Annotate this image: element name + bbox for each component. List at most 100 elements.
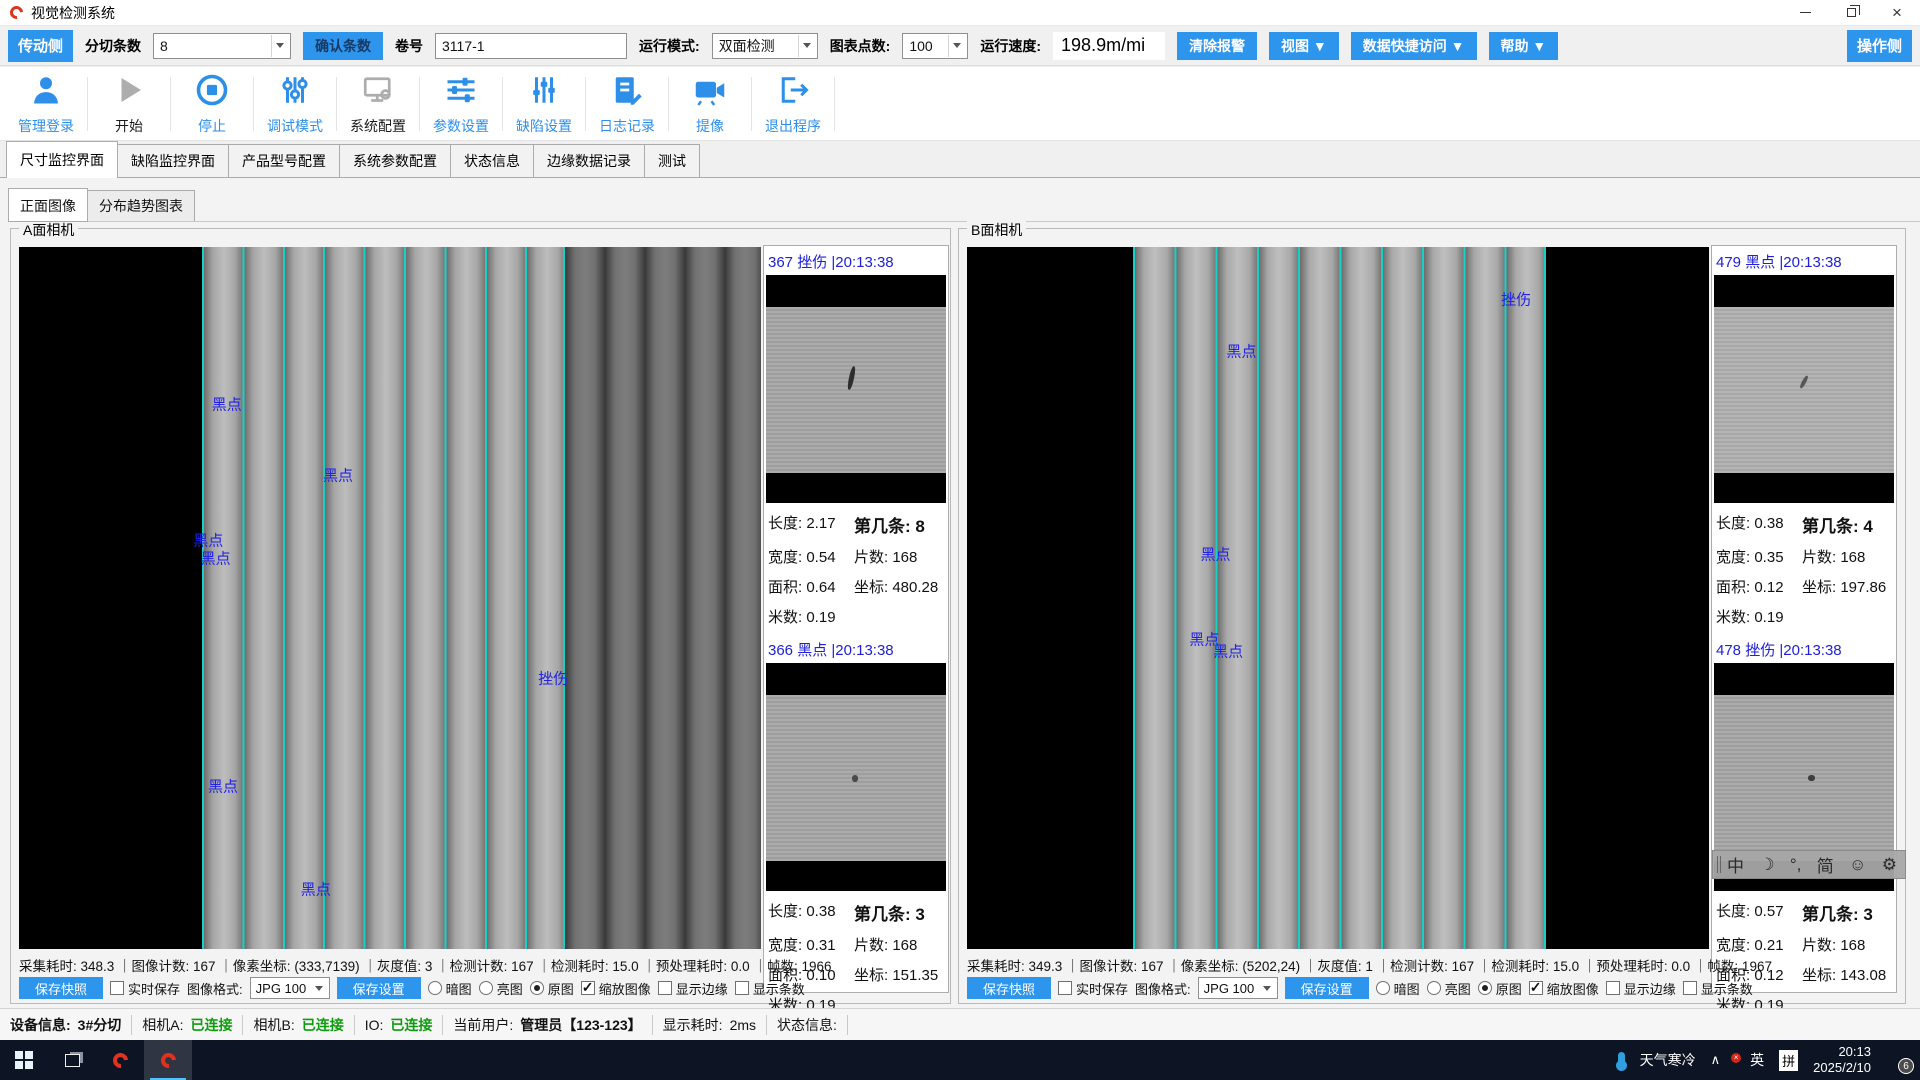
defect-card-header[interactable]: 366 黑点 |20:13:38	[766, 637, 946, 663]
show-strips-checkbox[interactable]: 显示条数	[735, 979, 805, 998]
save-settings-button[interactable]: 保存设置	[337, 977, 421, 999]
subtab-正面图像[interactable]: 正面图像	[8, 188, 88, 222]
show-edge-checkbox[interactable]: 显示边缘	[1606, 979, 1676, 998]
main-tab-bar: 尺寸监控界面缺陷监控界面产品型号配置系统参数配置状态信息边缘数据记录测试	[0, 141, 1920, 178]
exit-tool-button[interactable]: 退出程序	[755, 72, 831, 136]
start-button[interactable]	[0, 1040, 48, 1080]
save-snapshot-button[interactable]: 保存快照	[19, 977, 103, 999]
clock[interactable]: 20:13 2025/2/10	[1813, 1044, 1871, 1076]
ime-emoji-icon[interactable]: ☺	[1849, 855, 1866, 875]
realtime-save-checkbox[interactable]: 实时保存	[1058, 979, 1128, 998]
slit-count-select[interactable]: 8	[153, 33, 291, 59]
zoom-image-checkbox[interactable]: 缩放图像	[581, 979, 651, 998]
dark-image-radio[interactable]: 暗图	[1376, 979, 1420, 998]
weather-thermometer-icon[interactable]	[1618, 1052, 1625, 1068]
show-strips-checkbox[interactable]: 显示条数	[1683, 979, 1753, 998]
language-indicator[interactable]: 英	[1750, 1050, 1764, 1070]
operate-side-button[interactable]: 操作侧	[1847, 30, 1912, 62]
defect-thumbnail[interactable]	[766, 275, 946, 503]
camera-b-image[interactable]: 挫伤黑点黑点黑点黑点	[967, 247, 1709, 949]
top-toolbar: 传动侧 分切条数 8 确认条数 卷号 3117-1 运行模式: 双面检测 图表点…	[0, 26, 1920, 66]
confirm-count-button[interactable]: 确认条数	[303, 32, 383, 60]
taskbar-app-button[interactable]	[96, 1040, 144, 1080]
camera-b-controls: 保存快照 实时保存 图像格式: JPG 100 保存设置 暗图 亮图 原图 缩放…	[967, 976, 1753, 1000]
tab-缺陷监控界面[interactable]: 缺陷监控界面	[117, 144, 229, 178]
image-format-select[interactable]: JPG 100	[1198, 977, 1278, 999]
tab-边缘数据记录[interactable]: 边缘数据记录	[533, 144, 645, 178]
stop-tool-button[interactable]: 停止	[174, 72, 250, 136]
defect-thumbnail[interactable]	[766, 663, 946, 891]
help-menu-button[interactable]: 帮助 ▼	[1489, 32, 1559, 60]
tab-尺寸监控界面[interactable]: 尺寸监控界面	[6, 141, 118, 178]
view-menu-button[interactable]: 视图 ▼	[1269, 32, 1339, 60]
tool-label: 调试模式	[267, 116, 323, 136]
tab-系统参数配置[interactable]: 系统参数配置	[339, 144, 451, 178]
monitor-gear-tool-button[interactable]: 系统配置	[340, 72, 416, 136]
original-image-radio[interactable]: 原图	[1478, 979, 1522, 998]
debug-sliders-tool-button[interactable]: 调试模式	[257, 72, 333, 136]
defect-sliders-tool-button[interactable]: 缺陷设置	[506, 72, 582, 136]
defect-card-header[interactable]: 478 挫伤 |20:13:38	[1714, 637, 1894, 663]
log-icon	[609, 72, 645, 113]
toolbar-divider	[585, 77, 586, 131]
realtime-save-checkbox[interactable]: 实时保存	[110, 979, 180, 998]
ime-chinese-mode[interactable]: 中	[1727, 852, 1744, 877]
camera-tool-button[interactable]: 提像	[672, 72, 748, 136]
save-settings-button[interactable]: 保存设置	[1285, 977, 1369, 999]
tool-label: 开始	[115, 116, 143, 136]
camera-a-image[interactable]: 黑点黑点黑点黑点挫伤黑点黑点	[19, 247, 761, 949]
image-format-label: 图像格式:	[187, 979, 243, 998]
ime-punctuation-icon[interactable]: °,	[1790, 855, 1802, 875]
defect-annotation: 黑点	[301, 879, 331, 900]
tab-测试[interactable]: 测试	[644, 144, 700, 178]
close-button[interactable]: ×	[1874, 0, 1920, 25]
ime-simplified-icon[interactable]: 简	[1817, 852, 1834, 877]
tool-label: 停止	[198, 116, 226, 136]
clear-alarm-button[interactable]: 清除报警	[1177, 32, 1257, 60]
ime-fullhalf-moon-icon[interactable]: ☽	[1759, 855, 1774, 875]
defect-annotation: 黑点	[201, 547, 231, 568]
defect-annotation: 黑点	[1213, 640, 1243, 661]
notification-center-button[interactable]: 6	[1886, 1050, 1908, 1070]
play-tool-button[interactable]: 开始	[91, 72, 167, 136]
bright-image-radio[interactable]: 亮图	[479, 979, 523, 998]
minimize-button[interactable]	[1782, 0, 1828, 25]
defect-card: 479 黑点 |20:13:38 长度: 0.38 第几条: 4 宽度: 0.3…	[1714, 249, 1894, 627]
subtab-分布趋势图表[interactable]: 分布趋势图表	[87, 190, 195, 222]
zoom-image-checkbox[interactable]: 缩放图像	[1529, 979, 1599, 998]
camera-b-stats-line: 采集耗时: 349.3 ｜图像计数: 167 ｜像素坐标: (5202,24) …	[967, 955, 1895, 975]
ime-settings-gear-icon[interactable]: ⚙	[1882, 855, 1897, 875]
ime-drag-handle-icon[interactable]	[1717, 856, 1721, 873]
image-format-select[interactable]: JPG 100	[250, 977, 330, 999]
camera-b-strip-band	[1133, 247, 1546, 949]
task-view-button[interactable]	[48, 1040, 96, 1080]
dark-image-radio[interactable]: 暗图	[428, 979, 472, 998]
log-tool-button[interactable]: 日志记录	[589, 72, 665, 136]
user-tool-button[interactable]: 管理登录	[8, 72, 84, 136]
save-snapshot-button[interactable]: 保存快照	[967, 977, 1051, 999]
chart-points-select[interactable]: 100	[902, 33, 968, 59]
defect-thumbnail[interactable]	[1714, 275, 1894, 503]
defect-card-header[interactable]: 479 黑点 |20:13:38	[1714, 249, 1894, 275]
show-edge-checkbox[interactable]: 显示边缘	[658, 979, 728, 998]
drive-side-button[interactable]: 传动侧	[8, 30, 73, 62]
restore-button[interactable]	[1828, 0, 1874, 25]
original-image-radio[interactable]: 原图	[530, 979, 574, 998]
roll-number-input[interactable]: 3117-1	[435, 33, 627, 59]
param-sliders-tool-button[interactable]: 参数设置	[423, 72, 499, 136]
data-quick-access-menu-button[interactable]: 数据快捷访问 ▼	[1351, 32, 1477, 60]
run-mode-select[interactable]: 双面检测	[712, 33, 818, 59]
tray-expand-chevron[interactable]: ∧	[1711, 1052, 1721, 1068]
bright-image-radio[interactable]: 亮图	[1427, 979, 1471, 998]
defect-card-header[interactable]: 367 挫伤 |20:13:38	[766, 249, 946, 275]
ime-mode-indicator[interactable]: 拼	[1779, 1050, 1798, 1071]
tab-产品型号配置[interactable]: 产品型号配置	[228, 144, 340, 178]
system-tray: 天气寒冷 ∧ × 英 拼 20:13 2025/2/10 6	[1618, 1044, 1920, 1076]
monitor-gear-icon	[360, 72, 396, 113]
weather-text[interactable]: 天气寒冷	[1640, 1050, 1696, 1070]
device-info-segment: 设备信息:3#分切	[0, 1015, 132, 1035]
camera-a-defect-cards: 367 挫伤 |20:13:38 长度: 2.17 第几条: 8 宽度: 0.5…	[763, 245, 949, 993]
tab-状态信息[interactable]: 状态信息	[450, 144, 534, 178]
taskbar-active-app-button[interactable]	[144, 1040, 192, 1080]
ime-floating-bar[interactable]: 中 ☽ °, 简 ☺ ⚙	[1712, 850, 1906, 879]
